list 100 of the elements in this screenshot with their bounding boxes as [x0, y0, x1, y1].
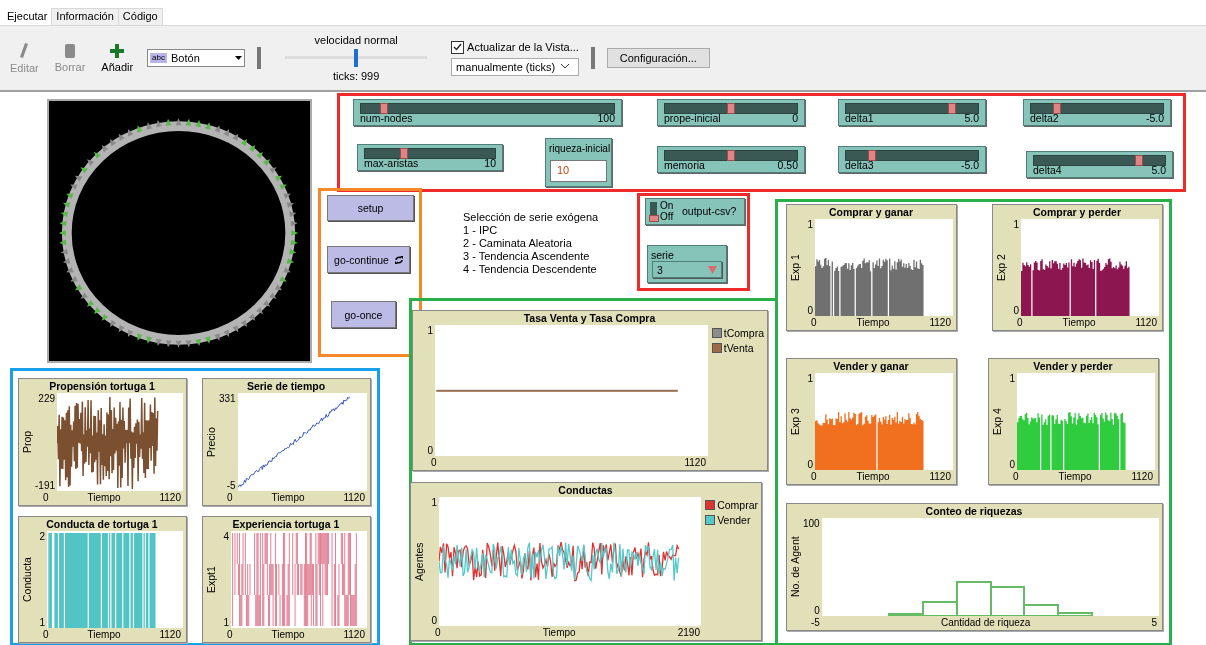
- slider-label: prope-inicial: [664, 112, 721, 124]
- x-axis-min: -5: [811, 616, 820, 629]
- slider-value: -5.0: [960, 159, 979, 171]
- x-axis-label: Tiempo: [271, 628, 305, 641]
- widget-dropdown[interactable]: abc Botón: [147, 49, 246, 67]
- y-axis-min: 0: [427, 445, 433, 456]
- y-axis-max: 331: [219, 393, 236, 404]
- slider-thumb[interactable]: [1134, 155, 1143, 166]
- slider[interactable]: [360, 103, 615, 114]
- slider-thumb[interactable]: [400, 148, 408, 159]
- note-text: 4 - Tendencia Descendente: [463, 263, 598, 276]
- run-button[interactable]: setup: [327, 195, 414, 221]
- slider-value: 0: [792, 112, 798, 124]
- slider[interactable]: [664, 103, 798, 114]
- plot-title: Comprar y perder: [1031, 205, 1123, 219]
- slider-label: delta1: [845, 112, 874, 124]
- x-axis-min: 0: [43, 628, 49, 641]
- tab[interactable]: Código: [117, 8, 163, 25]
- plot-title: Vender y ganar: [832, 359, 910, 373]
- slider[interactable]: [1030, 103, 1164, 114]
- x-axis-min: 0: [1017, 316, 1023, 329]
- x-axis-max: 5: [1151, 616, 1157, 629]
- x-axis-min: 0: [227, 491, 233, 504]
- x-axis-max: 1120: [1135, 316, 1157, 329]
- slider[interactable]: [845, 103, 979, 114]
- y-axis-min: 0: [807, 305, 813, 316]
- plus-icon: [110, 43, 125, 58]
- toggle-switch[interactable]: [650, 202, 657, 222]
- x-axis-label: Tiempo: [856, 470, 890, 483]
- x-axis-max: 1120: [1131, 470, 1153, 483]
- switch-label: output-csv?: [682, 205, 737, 217]
- chevron-icon: [561, 64, 570, 69]
- y-axis-max: 100: [803, 518, 820, 529]
- y-axis-min: -191: [35, 480, 55, 491]
- legend-label: Vender: [717, 514, 751, 526]
- settings-button[interactable]: Configuración...: [606, 48, 710, 68]
- x-axis-label: Tiempo: [1062, 316, 1096, 329]
- y-axis-min: -5: [226, 480, 236, 491]
- x-axis-label: Tiempo: [271, 491, 305, 504]
- input-field[interactable]: 10: [550, 160, 607, 182]
- speed-slider[interactable]: [285, 49, 428, 67]
- pencil-icon: [20, 42, 29, 59]
- plot-title: Conducta de tortuga 1: [45, 517, 159, 531]
- switch-state-label: On: [660, 201, 674, 211]
- x-axis-label: Tiempo: [1058, 470, 1092, 483]
- x-axis-max: 1120: [929, 470, 951, 483]
- slider[interactable]: [1033, 155, 1166, 166]
- y-axis-label: Exp 3: [789, 407, 801, 437]
- slider-label: max-aristas: [364, 157, 419, 169]
- speed-label: velocidad normal: [314, 34, 398, 46]
- slider-thumb[interactable]: [727, 150, 735, 161]
- run-button[interactable]: go-once: [331, 301, 396, 328]
- slider-thumb[interactable]: [1053, 103, 1062, 114]
- input-label: riqueza-inicial: [549, 143, 611, 154]
- y-axis-max: 4: [223, 531, 229, 542]
- y-axis-min: 0: [1009, 459, 1015, 470]
- x-axis-min: 0: [435, 626, 441, 639]
- toggle-thumb[interactable]: [649, 215, 659, 222]
- update-mode-dropdown[interactable]: manualmente (ticks): [451, 57, 579, 76]
- plot-title: Experiencia tortuga 1: [231, 517, 341, 531]
- x-axis-max: 1120: [929, 316, 951, 329]
- y-axis-label: Exp 4: [991, 407, 1003, 437]
- legend-label: tCompra: [723, 327, 764, 339]
- slider[interactable]: [845, 150, 979, 161]
- plot-title: Comprar y ganar: [828, 205, 914, 219]
- y-axis-max: 1: [431, 497, 437, 508]
- y-axis-min: 0: [431, 615, 437, 626]
- x-axis-max: 2190: [677, 626, 700, 639]
- y-axis-max: 1: [807, 373, 813, 384]
- legend-label: tVenta: [723, 342, 754, 354]
- x-axis-min: 0: [227, 628, 233, 641]
- widget-type-icon: abc: [150, 53, 167, 63]
- x-axis-label: Tiempo: [542, 626, 576, 639]
- x-axis-min: 0: [811, 316, 817, 329]
- slider[interactable]: [364, 148, 496, 159]
- x-axis-min: 0: [1013, 470, 1019, 483]
- slider-thumb[interactable]: [354, 49, 359, 67]
- slider-thumb[interactable]: [947, 103, 956, 114]
- note-text: 3 - Tendencia Ascendente: [463, 250, 591, 263]
- checkbox[interactable]: [451, 40, 465, 54]
- slider-thumb[interactable]: [868, 150, 877, 161]
- run-button[interactable]: go-continue: [327, 246, 410, 273]
- plot-title: Serie de tiempo: [245, 379, 327, 393]
- plot-title: Conteo de riquezas: [924, 504, 1024, 518]
- slider-thumb[interactable]: [379, 103, 388, 114]
- toolbar-button[interactable]: Añadir: [99, 43, 136, 73]
- slider-thumb[interactable]: [727, 103, 735, 114]
- slider-label: delta3: [845, 159, 874, 171]
- slider-label: delta2: [1030, 112, 1059, 124]
- y-axis-label: No. de Agent: [789, 535, 801, 600]
- x-axis-max: 1120: [684, 456, 706, 469]
- x-axis-max: 1120: [343, 491, 365, 504]
- y-axis-label: Prop: [21, 429, 33, 456]
- y-axis-label: Precio: [205, 426, 217, 459]
- x-axis-label: Tiempo: [87, 628, 121, 641]
- slider-label: memoria: [664, 159, 705, 171]
- tab[interactable]: Información: [51, 8, 119, 25]
- slider[interactable]: [664, 150, 798, 161]
- y-axis-min: 0: [1013, 305, 1019, 316]
- chooser-dropdown[interactable]: 3: [652, 261, 722, 278]
